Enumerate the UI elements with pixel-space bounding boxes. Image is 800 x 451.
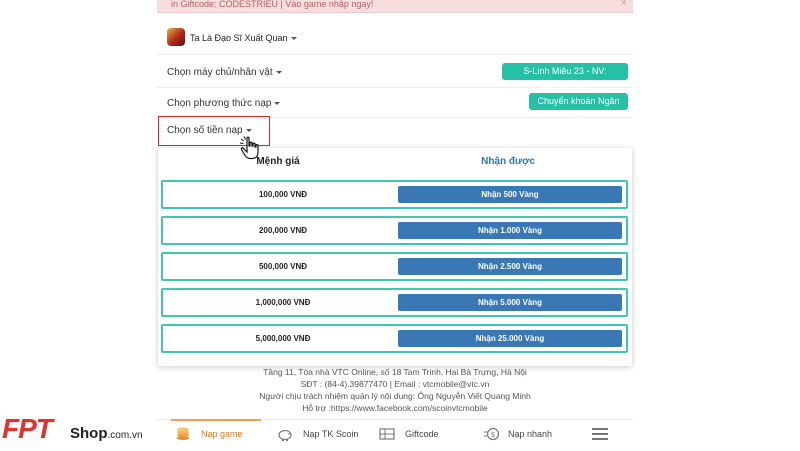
game-logo <box>167 28 185 46</box>
nav-label: Giftcode <box>405 429 439 439</box>
receive-button[interactable]: Nhận 5.000 Vàng <box>398 294 622 311</box>
amount-value: 200,000 VNĐ <box>258 226 308 235</box>
hamburger-menu-icon[interactable] <box>592 428 608 440</box>
amount-option[interactable]: 200,000 VNĐ Nhận 1.000 Vàng <box>161 216 628 245</box>
footer-info: Tầng 11, Tòa nhà VTC Online, số 18 Tam T… <box>157 366 633 414</box>
nav-label: Nạp nhanh <box>508 429 553 439</box>
game-name: Ta Là Đạo Sĩ Xuất Quan <box>190 33 288 43</box>
selected-method-badge[interactable]: Chuyển khoản Ngân hàng <box>529 93 628 123</box>
footer-contact: SĐT : (84-4).39877470 | Email : vtcmobil… <box>300 379 490 389</box>
receive-button[interactable]: Nhận 25.000 Vàng <box>398 330 622 347</box>
footer-support: Hỗ trợ :https://www.facebook.com/scoinvt… <box>302 403 488 413</box>
notice-text: in Giftcode: CODESTRIEU | Vào game nhập … <box>171 0 374 9</box>
receive-button[interactable]: Nhận 500 Vàng <box>398 186 622 203</box>
fpt-shop-watermark: FPT Shop.com.vn <box>0 413 160 450</box>
receive-button[interactable]: Nhận 1.000 Vàng <box>398 222 622 239</box>
nav-label: Nạp game <box>201 429 243 439</box>
amount-value: 1,000,000 VNĐ <box>255 298 311 307</box>
nav-label: Nạp TK Scoin <box>303 429 359 439</box>
caret-down-icon <box>274 101 281 105</box>
pointer-hand-icon <box>239 136 259 160</box>
footer-address: Tầng 11, Tòa nhà VTC Online, số 18 Tam T… <box>263 367 527 377</box>
coins-icon <box>177 427 189 440</box>
amount-option[interactable]: 1,000,000 VNĐ Nhận 5.000 Vàng <box>161 288 628 317</box>
nav-nap-nhanh[interactable]: $ Nạp nhanh <box>482 420 572 448</box>
nav-nap-game[interactable]: Nạp game <box>171 419 261 448</box>
server-select-label: Chọn máy chủ/nhân vật <box>167 67 273 78</box>
game-selector[interactable]: Ta Là Đạo Sĩ Xuất Quan <box>157 22 633 55</box>
nav-nap-tk-scoin[interactable]: Nạp TK Scoin <box>275 420 365 448</box>
giftcode-notice: in Giftcode: CODESTRIEU | Vào game nhập … <box>157 0 633 13</box>
amount-option[interactable]: 100,000 VNĐ Nhận 500 Vàng <box>161 180 628 209</box>
amount-value: 100,000 VNĐ <box>258 190 308 199</box>
selected-server-badge[interactable]: S-Linh Miêu 23 - NV: HoàngThiểu <box>502 63 628 93</box>
gift-card-icon <box>379 428 395 440</box>
amount-value: 5,000,000 VNĐ <box>255 334 311 343</box>
denomination-header: Mệnh giá <box>256 156 300 167</box>
amount-dropdown-panel: Mệnh giá Nhận được 100,000 VNĐ Nhận 500 … <box>158 148 632 366</box>
fpt-logo: FPT <box>2 413 53 444</box>
amount-option[interactable]: 5,000,000 VNĐ Nhận 25.000 Vàng <box>161 324 628 353</box>
domain-text: .com.vn <box>107 430 143 441</box>
caret-down-icon <box>290 37 297 41</box>
piggy-bank-icon <box>278 429 292 441</box>
fast-coin-icon: $ <box>484 427 500 441</box>
close-icon[interactable]: × <box>621 0 627 9</box>
amount-value: 500,000 VNĐ <box>258 262 308 271</box>
svg-text:$: $ <box>491 432 495 439</box>
amount-option[interactable]: 500,000 VNĐ Nhận 2.500 Vàng <box>161 252 628 281</box>
footer-manager: Người chịu trách nhiệm quản lý nội dung:… <box>259 391 531 401</box>
caret-down-icon <box>245 128 252 132</box>
amount-select-label: Chọn số tiền nạp <box>167 125 243 136</box>
receive-button[interactable]: Nhận 2.500 Vàng <box>398 258 622 275</box>
caret-down-icon <box>275 70 282 74</box>
nav-giftcode[interactable]: Giftcode <box>377 420 457 448</box>
shop-text: Shop <box>70 425 108 442</box>
payment-method-label: Chọn phương thức nạp <box>167 98 272 109</box>
bottom-nav: Nạp game Nạp TK Scoin Giftcode $ Nạp nha… <box>157 419 633 451</box>
server-character-row: Chọn máy chủ/nhân vật S-Linh Miêu 23 - N… <box>157 56 633 93</box>
receive-header: Nhận được <box>481 156 535 167</box>
payment-method-row: Chọn phương thức nạp Chuyển khoản Ngân h… <box>157 88 633 123</box>
